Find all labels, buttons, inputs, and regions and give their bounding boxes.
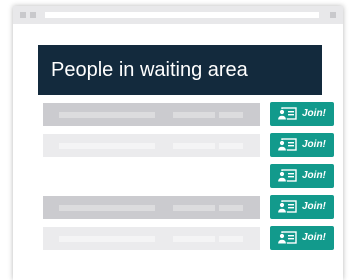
person-card-icon [276,231,297,248]
row-placeholder-text [59,205,155,211]
row-placeholder-text [219,236,243,242]
row-placeholder-text [59,236,155,242]
join-button-label: Join! [302,170,326,181]
row-placeholder-text [173,143,215,149]
row-placeholder-text [59,143,155,149]
join-button[interactable]: Join! [270,164,334,188]
waiting-row [43,165,260,188]
row-placeholder-text [219,143,243,149]
row-placeholder-text [173,205,215,211]
join-button[interactable]: Join! [270,195,334,219]
waiting-row [43,196,260,219]
waiting-row [43,227,260,250]
person-card-icon [276,107,297,124]
waiting-row [43,134,260,157]
row-placeholder-text [219,205,243,211]
row-placeholder-text [173,112,215,118]
join-button[interactable]: Join! [270,102,334,126]
person-card-icon [276,200,297,217]
person-card-icon [276,169,297,186]
person-card-icon [276,138,297,155]
row-placeholder-text [59,174,155,180]
join-button-label: Join! [302,139,326,150]
join-button-label: Join! [302,232,326,243]
browser-window: People in waiting area Join! Join! Join! Jo… [13,6,343,280]
row-placeholder-text [219,112,243,118]
row-placeholder-text [59,112,155,118]
waiting-row [43,103,260,126]
window-titlebar [13,6,343,24]
join-button[interactable]: Join! [270,133,334,157]
address-bar[interactable] [45,12,319,18]
row-placeholder-text [219,174,243,180]
join-button[interactable]: Join! [270,226,334,250]
window-control-dot[interactable] [30,12,36,18]
row-placeholder-text [173,236,215,242]
join-button-label: Join! [302,108,326,119]
page-title: People in waiting area [38,45,322,95]
window-control-dot[interactable] [20,12,26,18]
window-control-dot[interactable] [330,12,336,18]
row-placeholder-text [173,174,215,180]
join-button-label: Join! [302,201,326,212]
